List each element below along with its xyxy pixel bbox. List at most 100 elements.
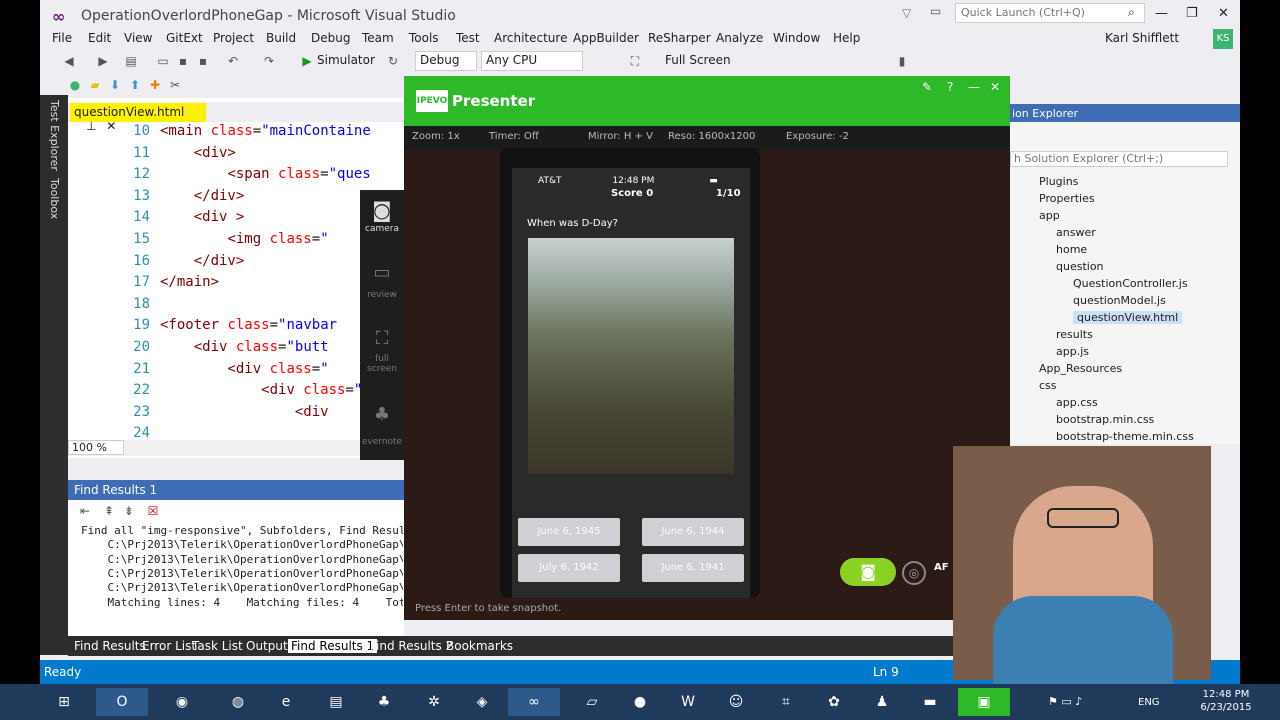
menu-project[interactable]: Project	[213, 31, 254, 45]
code-line[interactable]: 22 <div class="	[70, 382, 404, 403]
presenter-option[interactable]: Mirror: H + V	[588, 131, 653, 142]
code-line[interactable]: 18	[70, 296, 404, 317]
menu-team[interactable]: Team	[362, 31, 394, 45]
full-screen-label[interactable]: full screen	[360, 354, 404, 374]
help-icon[interactable]: ?	[947, 80, 953, 94]
menu-test[interactable]: Test	[456, 31, 480, 45]
presenter-option[interactable]: Exposure: -2	[786, 131, 849, 142]
taskbar-clock[interactable]: 12:48 PM 6/23/2015	[1196, 688, 1256, 714]
word-icon[interactable]: W	[672, 688, 704, 716]
find-result-line[interactable]: C:\Prj2013\Telerik\OperationOverlordPhon…	[81, 553, 403, 566]
settings-icon[interactable]: ✎	[922, 80, 932, 94]
back-icon[interactable]: ◀	[62, 54, 76, 68]
presenter-option[interactable]: Reso: 1600x1200	[668, 131, 755, 142]
run-target-label[interactable]: Simulator	[317, 53, 375, 67]
answer-button-1[interactable]: June 6, 1945	[518, 518, 620, 546]
new-project-icon[interactable]: ▤	[124, 54, 138, 68]
bottom-tab[interactable]: Find Results 2	[370, 639, 453, 653]
tree-item[interactable]: bootstrap.min.css	[1056, 413, 1154, 426]
emoji-icon[interactable]: ☺	[720, 688, 752, 716]
user-name[interactable]: Karl Shifflett	[1105, 31, 1179, 45]
evernote-icon[interactable]: ♣	[360, 404, 404, 425]
forward-icon[interactable]: ▶	[96, 54, 110, 68]
answer-button-4[interactable]: June 6, 1941	[642, 554, 744, 582]
tree-item[interactable]: home	[1056, 243, 1087, 256]
store-icon[interactable]: ♣	[368, 688, 400, 716]
zoom-select[interactable]: 100 %	[68, 440, 124, 455]
presenter-taskbar-icon[interactable]: ▣	[958, 688, 1010, 716]
undo-icon[interactable]: ↶	[226, 54, 240, 68]
presenter-close-button[interactable]: ✕	[990, 80, 1000, 94]
tree-item[interactable]: app.js	[1056, 345, 1089, 358]
answer-button-3[interactable]: July 6, 1942	[518, 554, 620, 582]
review-icon[interactable]: ▭	[360, 262, 404, 283]
code-line[interactable]: 13 </div>	[70, 188, 404, 209]
tree-item[interactable]: results	[1056, 328, 1093, 341]
tools-icon[interactable]: ✂	[168, 78, 182, 92]
bottom-tab[interactable]: Output	[246, 639, 288, 653]
tree-item[interactable]: questionModel.js	[1073, 294, 1166, 307]
go-to-icon[interactable]: ⇤	[80, 504, 90, 518]
find-result-line[interactable]: C:\Prj2013\Telerik\OperationOverlordPhon…	[81, 567, 403, 580]
tree-item[interactable]: app.css	[1056, 396, 1098, 409]
menu-gitext[interactable]: GitExt	[166, 31, 203, 45]
tree-item[interactable]: answer	[1056, 226, 1096, 239]
code-line[interactable]: 21 <div class="	[70, 361, 404, 382]
file-tab-questionview[interactable]: questionView.html ⊥ ✕	[70, 103, 206, 133]
code-line[interactable]: 16 </div>	[70, 253, 404, 274]
toolbox-tab[interactable]: Toolbox	[48, 178, 61, 219]
menu-build[interactable]: Build	[266, 31, 296, 45]
bottom-tab[interactable]: Error List	[142, 639, 196, 653]
menu-debug[interactable]: Debug	[311, 31, 350, 45]
firefox-icon[interactable]: ◍	[222, 688, 254, 716]
code-line[interactable]: 15 <img class="	[70, 231, 404, 252]
config-select[interactable]: Debug	[415, 51, 477, 71]
refresh-icon[interactable]: ↻	[386, 54, 400, 68]
menu-edit[interactable]: Edit	[88, 31, 111, 45]
plugin-icon[interactable]: ✚	[148, 78, 162, 92]
tree-item[interactable]: bootstrap-theme.min.css	[1056, 430, 1194, 443]
answer-button-2[interactable]: June 6, 1944	[642, 518, 744, 546]
notepad-icon[interactable]: ▱	[576, 688, 608, 716]
redo-icon[interactable]: ↷	[262, 54, 276, 68]
open-icon[interactable]: ▭	[156, 54, 170, 68]
explorer-icon[interactable]: ▤	[320, 688, 352, 716]
tree-item[interactable]: app	[1039, 209, 1060, 222]
find-result-line[interactable]: C:\Prj2013\Telerik\OperationOverlordPhon…	[81, 581, 403, 594]
platform-select[interactable]: Any CPU	[481, 51, 583, 71]
code-line[interactable]: 23 <div	[70, 404, 404, 425]
prev-icon[interactable]: ⇞	[104, 504, 114, 518]
bottom-tab[interactable]: Find Results 1	[288, 639, 378, 653]
menu-resharper[interactable]: ReSharper	[648, 31, 711, 45]
folder-icon[interactable]: ▰	[88, 78, 102, 92]
menu-view[interactable]: View	[124, 31, 152, 45]
feedback-icon[interactable]: ▭	[930, 4, 941, 18]
evernote-label[interactable]: evernote	[360, 437, 404, 447]
minimize-button[interactable]: —	[1155, 6, 1168, 21]
tool-icon[interactable]: ✲	[418, 688, 450, 716]
app-icon[interactable]: ●	[624, 688, 656, 716]
tree-item[interactable]: App_Resources	[1039, 362, 1122, 375]
menu-help[interactable]: Help	[833, 31, 860, 45]
camera-icon[interactable]: ◙	[360, 198, 404, 222]
code-line[interactable]: 11 <div>	[70, 145, 404, 166]
tree-item[interactable]: Plugins	[1039, 175, 1078, 188]
paint-icon[interactable]: ✿	[818, 688, 850, 716]
test-explorer-tab[interactable]: Test Explorer	[48, 100, 61, 171]
tree-item[interactable]: css	[1039, 379, 1057, 392]
fullscreen-icon[interactable]: ⛶	[628, 54, 642, 68]
find-result-line[interactable]: Matching lines: 4 Matching files: 4 Tota…	[81, 596, 403, 609]
ie-icon[interactable]: e	[270, 688, 302, 716]
code-line[interactable]: 17 </main>	[70, 274, 404, 295]
bookmark-icon[interactable]: ▮	[895, 54, 909, 68]
outlook-icon[interactable]: O	[96, 688, 148, 716]
quick-launch-input[interactable]: Quick Launch (Ctrl+Q)	[955, 3, 1145, 23]
af-label[interactable]: AF	[934, 562, 949, 573]
review-label[interactable]: review	[360, 290, 404, 300]
search-icon[interactable]: ⌕	[1128, 5, 1135, 20]
unity-icon[interactable]: ◈	[466, 688, 498, 716]
code-line[interactable]: 14 <div >	[70, 209, 404, 230]
find-result-line[interactable]: C:\Prj2013\Telerik\OperationOverlordPhon…	[81, 538, 403, 551]
refresh-green-icon[interactable]: ●	[68, 78, 82, 92]
download-icon[interactable]: ⬇	[108, 78, 122, 92]
